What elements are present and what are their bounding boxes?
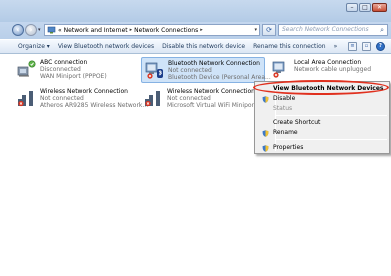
- connection-item-wireless-2[interactable]: Wireless Network Connection 2 Not connec…: [141, 86, 269, 112]
- connection-device: Bluetooth Device (Personal Area...: [168, 74, 271, 81]
- menu-item-status[interactable]: Status: [257, 104, 388, 114]
- disable-device-command[interactable]: Disable this network device: [158, 43, 249, 50]
- menu-item-label: Rename: [273, 129, 298, 136]
- command-bar: Organize ▾ View Bluetooth network device…: [0, 39, 391, 54]
- breadcrumb-network-and-internet[interactable]: Network and Internet: [64, 27, 128, 34]
- connection-status: Disconnected: [40, 66, 81, 73]
- address-bar[interactable]: « Network and Internet ▸ Network Connect…: [44, 24, 260, 36]
- breadcrumb-separator-icon[interactable]: ▸: [200, 27, 203, 33]
- connection-item-local-area[interactable]: Local Area Connection Network cable unpl…: [268, 57, 391, 83]
- shield-icon: [262, 145, 269, 152]
- refresh-button[interactable]: ⟳: [262, 24, 276, 36]
- connection-name: Wireless Network Connection: [40, 88, 128, 95]
- maximize-button[interactable]: □: [359, 3, 371, 12]
- connection-name: Local Area Connection: [294, 59, 362, 66]
- window-titlebar: – □ ✕: [0, 0, 391, 22]
- connection-device: Atheros AR9285 Wireless Network...: [40, 102, 149, 109]
- view-options: ≡ ▫ ?: [348, 42, 385, 51]
- network-folder-icon: [47, 26, 56, 34]
- shield-icon: [262, 130, 269, 137]
- connection-device: Microsoft Virtual WiFi Miniport A...: [167, 102, 269, 109]
- organize-menu[interactable]: Organize ▾: [0, 43, 54, 50]
- view-bluetooth-devices-command[interactable]: View Bluetooth network devices: [54, 43, 158, 50]
- dialup-connection-icon: [17, 60, 36, 77]
- connection-name: Bluetooth Network Connection: [168, 60, 260, 67]
- breadcrumb-overflow[interactable]: «: [58, 27, 62, 34]
- menu-item-label: Status: [273, 105, 293, 112]
- connection-status: Not connected: [167, 95, 211, 102]
- breadcrumb-separator-icon[interactable]: ▸: [130, 27, 133, 33]
- breadcrumb-network-connections[interactable]: Network Connections: [134, 27, 198, 34]
- connection-device: WAN Miniport (PPPOE): [40, 73, 107, 80]
- menu-item-disable[interactable]: Disable: [257, 94, 388, 104]
- address-dropdown-icon[interactable]: ▾: [254, 27, 257, 33]
- wireless-adapter-icon: [18, 91, 33, 107]
- minimize-button[interactable]: –: [346, 3, 358, 12]
- connection-name: Wireless Network Connection 2: [167, 88, 261, 95]
- more-commands-chevron[interactable]: »: [330, 43, 342, 50]
- caption-buttons: – □ ✕: [346, 3, 387, 12]
- connection-item-abc[interactable]: ABC connection Disconnected WAN Miniport…: [14, 57, 138, 83]
- menu-item-view-bluetooth-devices[interactable]: View Bluetooth Network Devices: [257, 84, 388, 94]
- back-button[interactable]: ‹: [12, 24, 24, 36]
- connection-item-wireless[interactable]: Wireless Network Connection Not connecte…: [14, 86, 148, 112]
- menu-item-label: Create Shortcut: [273, 119, 321, 126]
- connection-item-bluetooth[interactable]: Bluetooth Network Connection Not connect…: [141, 57, 271, 83]
- menu-separator: [275, 139, 387, 140]
- menu-item-properties[interactable]: Properties: [257, 143, 388, 153]
- search-icon[interactable]: ⌕: [380, 25, 384, 35]
- search-input[interactable]: Search Network Connections ⌕: [278, 24, 388, 36]
- search-placeholder: Search Network Connections: [282, 26, 369, 33]
- menu-item-label: Disable: [273, 95, 296, 102]
- change-view-icon[interactable]: ≡: [348, 42, 357, 51]
- bluetooth-adapter-icon: [145, 62, 163, 79]
- connection-status: Network cable unplugged: [294, 66, 372, 73]
- menu-item-rename[interactable]: Rename: [257, 128, 388, 138]
- help-icon[interactable]: ?: [376, 42, 385, 51]
- menu-separator: [275, 115, 387, 116]
- connection-status: Not connected: [40, 95, 84, 102]
- close-button[interactable]: ✕: [372, 3, 387, 12]
- shield-icon: [262, 96, 269, 103]
- menu-item-label: Properties: [273, 144, 304, 151]
- connection-status: Not connected: [168, 67, 212, 74]
- menu-item-label: View Bluetooth Network Devices: [273, 85, 384, 92]
- forward-button[interactable]: ›: [25, 24, 37, 36]
- navigation-bar: ‹ › ▾ « Network and Internet ▸ Network C…: [0, 22, 391, 39]
- recent-pages-dropdown-icon[interactable]: ▾: [38, 27, 41, 33]
- menu-item-create-shortcut[interactable]: Create Shortcut: [257, 118, 388, 128]
- rename-connection-command[interactable]: Rename this connection: [249, 43, 329, 50]
- connection-name: ABC connection: [40, 59, 88, 66]
- ethernet-adapter-icon: [272, 61, 285, 78]
- preview-pane-icon[interactable]: ▫: [362, 42, 371, 51]
- wireless-adapter-icon: [145, 91, 160, 107]
- context-menu: View Bluetooth Network Devices Disable S…: [254, 81, 390, 154]
